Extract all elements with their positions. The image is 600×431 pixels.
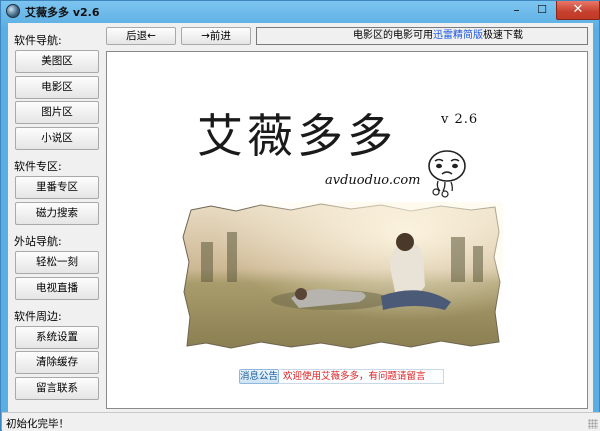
notice-highlight-link[interactable]: 迅雷精简版 xyxy=(433,30,483,41)
status-text: 初始化完毕！ xyxy=(6,418,69,430)
minimize-button[interactable]: – xyxy=(503,1,530,20)
notice-prefix: 电影区的电影可用 xyxy=(353,30,433,41)
status-bar: 初始化完毕！ xyxy=(2,412,600,431)
sidebar-button-clear-cache[interactable]: 清除缓存 xyxy=(15,351,99,374)
forward-button[interactable]: →前进 xyxy=(181,27,251,45)
section-label-software-zone: 软件专区: xyxy=(14,160,62,173)
notice-suffix: 极速下载 xyxy=(483,30,523,41)
client-area: 软件导航: 美图区 电影区 图片区 小说区 软件专区: 里番专区 磁力搜索 外站… xyxy=(8,23,593,413)
logo-text: 艾薇多多 xyxy=(197,109,397,163)
sidebar-button-movies[interactable]: 电影区 xyxy=(15,76,99,99)
window-title: 艾薇多多 v2.6 xyxy=(25,6,100,19)
site-url: avduoduo.com xyxy=(325,173,421,188)
content-panel: 艾薇多多 v 2.6 avduoduo.com 消息公告 欢迎使用艾薇多多，有问… xyxy=(106,51,588,409)
top-notice-bar: 电影区的电影可用迅雷精简版极速下载 xyxy=(256,27,588,45)
sidebar-button-novels[interactable]: 小说区 xyxy=(15,127,99,150)
sidebar-button-contact[interactable]: 留言联系 xyxy=(15,377,99,400)
mascot-face-icon xyxy=(428,150,466,198)
sidebar-button-tv-live[interactable]: 电视直播 xyxy=(15,277,99,300)
resize-grip-icon[interactable] xyxy=(588,419,598,429)
globe-icon xyxy=(6,4,20,18)
sidebar-button-pictures[interactable]: 图片区 xyxy=(15,101,99,124)
maximize-button[interactable]: ☐ xyxy=(529,1,555,20)
app-window: 艾薇多多 v2.6 – ☐ ✕ 软件导航: 美图区 电影区 图片区 小说区 软件… xyxy=(0,0,600,431)
sidebar-button-lifan-zone[interactable]: 里番专区 xyxy=(15,176,99,199)
section-label-external-nav: 外站导航: xyxy=(14,235,62,248)
notice-message: 欢迎使用艾薇多多，有问题请留言 xyxy=(279,369,444,384)
sidebar-button-relax[interactable]: 轻松一刻 xyxy=(15,251,99,274)
notice-tag: 消息公告 xyxy=(239,369,279,384)
section-label-extras: 软件周边: xyxy=(14,310,62,323)
sidebar: 软件导航: 美图区 电影区 图片区 小说区 软件专区: 里番专区 磁力搜索 外站… xyxy=(8,23,108,413)
sidebar-button-meitu[interactable]: 美图区 xyxy=(15,50,99,73)
section-label-software-nav: 软件导航: xyxy=(14,34,62,47)
sidebar-button-settings[interactable]: 系统设置 xyxy=(15,326,99,349)
close-button[interactable]: ✕ xyxy=(556,1,600,20)
sidebar-button-magnet-search[interactable]: 磁力搜索 xyxy=(15,202,99,225)
title-bar[interactable]: 艾薇多多 v2.6 – ☐ ✕ xyxy=(1,1,600,21)
banner-photo xyxy=(181,202,503,350)
back-button[interactable]: 后退← xyxy=(106,27,176,45)
version-label: v 2.6 xyxy=(441,112,479,127)
scrollbar[interactable] xyxy=(585,51,593,409)
